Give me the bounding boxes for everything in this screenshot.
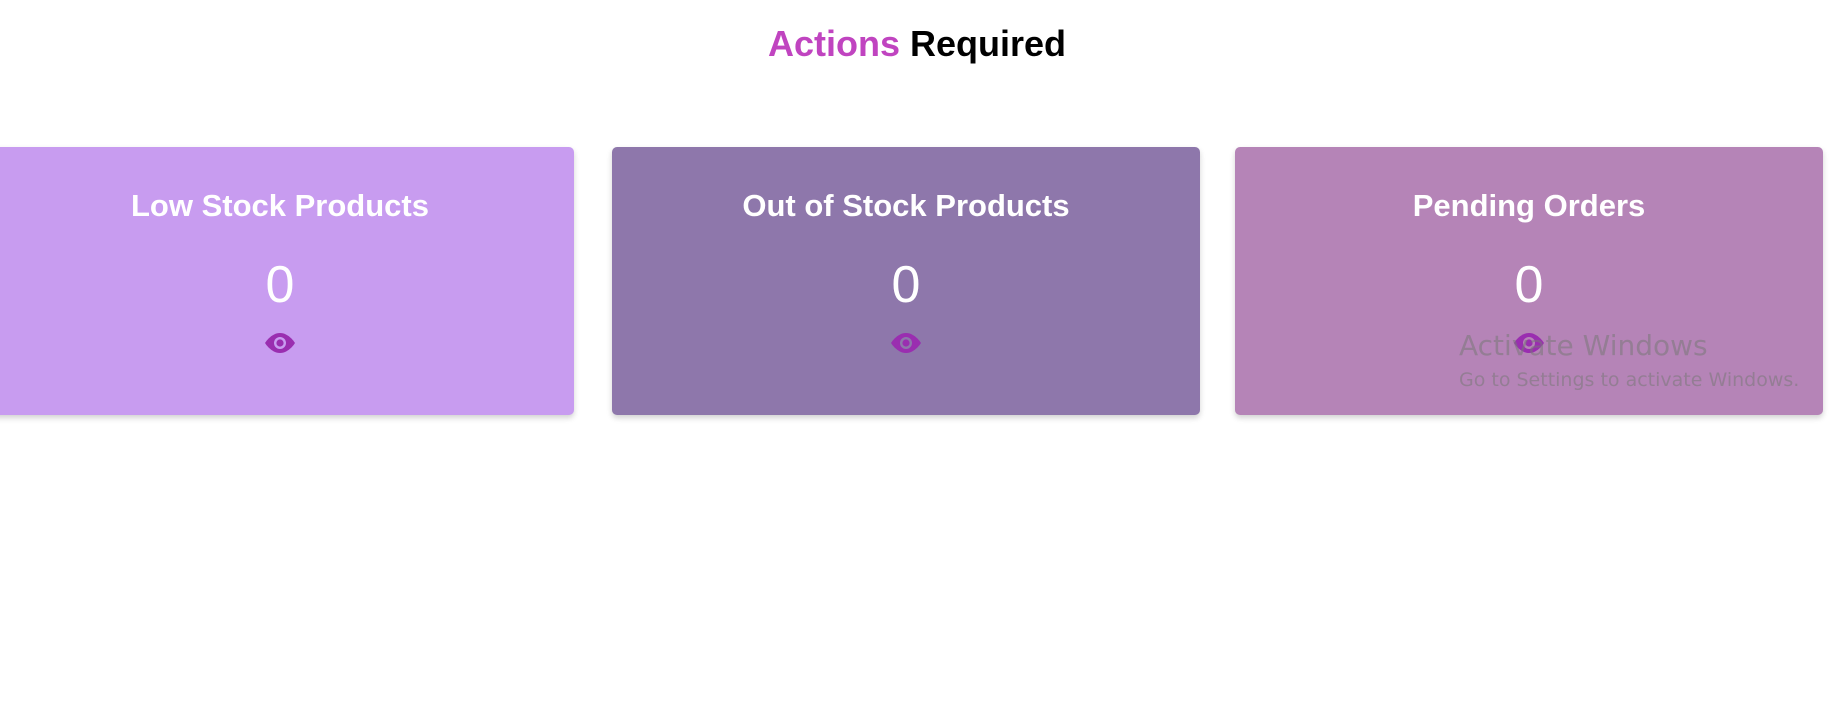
page-title: Actions Required <box>0 22 1834 66</box>
low-stock-card: Low Stock Products 0 <box>0 147 574 415</box>
card-count: 0 <box>891 256 921 314</box>
pending-orders-card: Pending Orders 0 <box>1235 147 1823 415</box>
page-title-accent: Actions <box>767 23 900 64</box>
eye-icon <box>265 333 295 353</box>
view-pending-orders-button[interactable] <box>1509 329 1549 357</box>
card-title: Low Stock Products <box>131 188 429 223</box>
view-out-of-stock-button[interactable] <box>886 329 926 357</box>
page: Actions Required Low Stock Products 0 Ou… <box>0 0 1834 720</box>
out-of-stock-card: Out of Stock Products 0 <box>612 147 1200 415</box>
card-title: Pending Orders <box>1412 188 1646 223</box>
card-count: 0 <box>1514 256 1544 314</box>
eye-icon <box>891 333 921 353</box>
page-title-rest: Required <box>910 23 1067 64</box>
eye-icon <box>1514 333 1544 353</box>
card-count: 0 <box>265 256 295 314</box>
view-low-stock-button[interactable] <box>260 329 300 357</box>
card-title: Out of Stock Products <box>742 188 1070 223</box>
